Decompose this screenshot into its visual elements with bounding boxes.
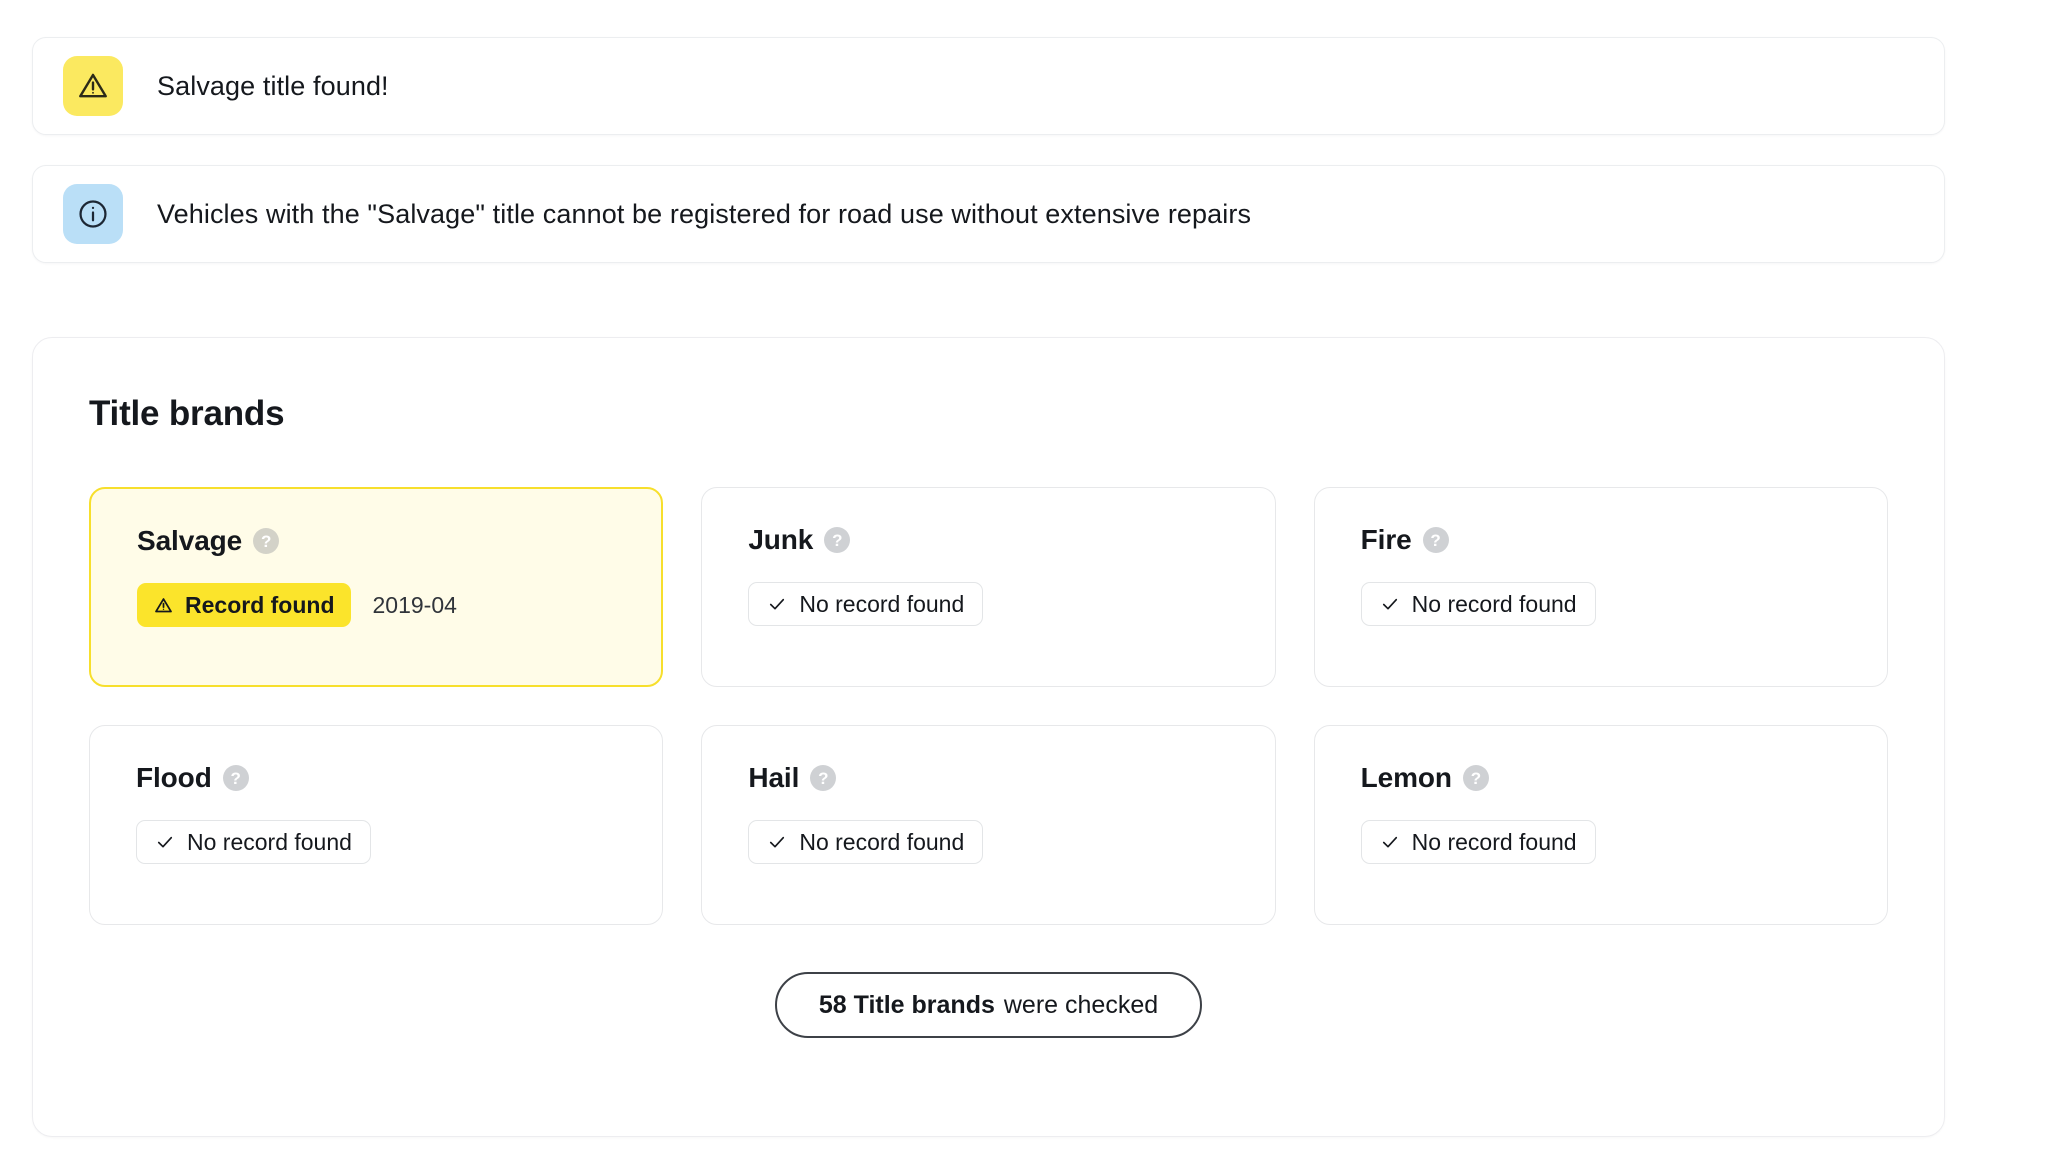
brand-header: Fire ? (1361, 524, 1887, 556)
brand-header: Lemon ? (1361, 762, 1887, 794)
status-badge-no-record: No record found (748, 820, 984, 864)
status-badge-label: No record found (1411, 590, 1577, 617)
check-icon (1380, 594, 1400, 614)
check-icon (1380, 832, 1400, 852)
check-icon (767, 594, 787, 614)
status-badge-record-found: Record found (137, 583, 351, 627)
brands-checked-button[interactable]: 58 Title brands were checked (774, 972, 1203, 1038)
brands-checked-suffix: were checked (1003, 990, 1159, 1019)
status-badge-no-record: No record found (748, 582, 984, 626)
status-badge-label: No record found (187, 828, 352, 855)
title-brands-grid: Salvage ? Record found 2019-04 Junk ? No… (89, 487, 1888, 925)
status-row: No record found (748, 582, 1274, 626)
status-badge-label: No record found (799, 590, 965, 617)
brand-name-label: Lemon (1360, 762, 1452, 793)
title-brand-card-junk[interactable]: Junk ? No record found (701, 487, 1276, 687)
status-badge-no-record: No record found (136, 820, 371, 864)
brand-name-label: Flood (136, 762, 212, 793)
status-badge-no-record: No record found (1360, 582, 1596, 626)
status-badge-label: No record found (799, 828, 965, 855)
status-row: No record found (1360, 582, 1887, 626)
brand-header: Junk ? (748, 524, 1274, 556)
title-brand-card-fire[interactable]: Fire ? No record found (1313, 487, 1888, 687)
brand-name-label: Salvage (137, 525, 243, 556)
brands-checked-count: 58 Title brands (818, 990, 995, 1019)
status-row: Record found 2019-04 (137, 583, 661, 627)
banner-salvage-info: Vehicles with the "Salvage" title cannot… (32, 165, 1945, 263)
title-brand-card-flood[interactable]: Flood ? No record found (89, 725, 664, 925)
status-badge-label: Record found (185, 591, 335, 618)
status-row: No record found (136, 820, 662, 864)
banner-warning-text: Salvage title found! (157, 70, 389, 101)
brand-name-label: Hail (748, 762, 800, 793)
info-circle-icon (63, 184, 123, 244)
brand-header: Hail ? (748, 762, 1274, 794)
help-icon[interactable]: ? (810, 765, 837, 791)
title-brand-card-hail[interactable]: Hail ? No record found (701, 725, 1276, 925)
help-icon[interactable]: ? (253, 528, 280, 554)
page-title: Title brands (89, 394, 285, 433)
title-brands-panel: Title brands Salvage ? Record found 2019… (32, 337, 1945, 1137)
record-date: 2019-04 (372, 591, 457, 618)
status-row: No record found (748, 820, 1274, 864)
warning-triangle-icon (63, 56, 123, 116)
banner-salvage-title-found: Salvage title found! (32, 37, 1945, 135)
check-icon (767, 832, 787, 852)
footer-row: 58 Title brands were checked (89, 972, 1888, 1038)
brand-header: Salvage ? (137, 525, 661, 557)
brand-name-label: Junk (748, 524, 814, 555)
help-icon[interactable]: ? (222, 765, 249, 791)
title-brand-card-salvage[interactable]: Salvage ? Record found 2019-04 (89, 487, 664, 687)
brand-header: Flood ? (136, 762, 662, 794)
help-icon[interactable]: ? (1422, 527, 1449, 553)
help-icon[interactable]: ? (824, 527, 851, 553)
title-brands-page: Salvage title found! Vehicles with the "… (0, 0, 2048, 1166)
help-icon[interactable]: ? (1462, 765, 1489, 791)
status-row: No record found (1360, 820, 1887, 864)
banner-info-text: Vehicles with the "Salvage" title cannot… (157, 198, 1252, 229)
status-badge-no-record: No record found (1360, 820, 1596, 864)
check-icon (155, 832, 175, 852)
brand-name-label: Fire (1360, 524, 1412, 555)
warning-triangle-icon (153, 595, 174, 616)
status-badge-label: No record found (1411, 828, 1577, 855)
title-brand-card-lemon[interactable]: Lemon ? No record found (1313, 725, 1888, 925)
